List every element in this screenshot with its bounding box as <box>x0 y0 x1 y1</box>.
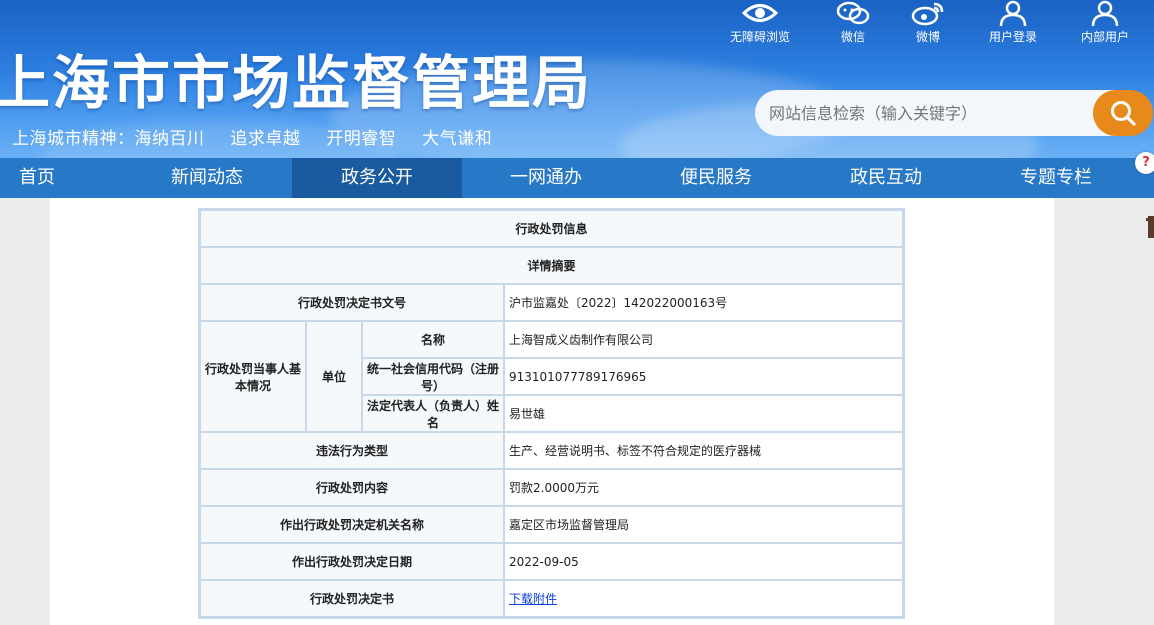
city-slogan: 上海城市精神：海纳百川 追求卓越 开明睿智 大气谦和 <box>12 124 512 149</box>
decision-document-cell: 下载附件 <box>504 580 903 617</box>
internal-user-label: 内部用户 <box>1080 30 1129 44</box>
decision-no-value: 沪市监嘉处〔2022〕142022000163号 <box>504 284 903 321</box>
authority-value: 嘉定区市场监督管理局 <box>504 506 903 543</box>
nav-home[interactable]: 首页 <box>0 158 74 198</box>
decision-date-label: 作出行政处罚决定日期 <box>200 543 504 580</box>
nav-online-services[interactable]: 一网通办 <box>490 158 602 198</box>
penalty-content-label: 行政处罚内容 <box>200 469 504 506</box>
search-button[interactable] <box>1093 90 1153 136</box>
authority-label: 作出行政处罚决定机关名称 <box>200 506 504 543</box>
name-value: 上海智成义齿制作有限公司 <box>504 321 903 358</box>
accessibility-button[interactable]: 无障碍浏览 <box>720 0 800 45</box>
eye-icon <box>742 4 778 22</box>
weibo-label: 微博 <box>915 30 940 44</box>
decision-no-label: 行政处罚决定书文号 <box>200 284 504 321</box>
weibo-icon <box>911 2 944 26</box>
table-row: 行政处罚当事人基本情况 单位 名称 上海智成义齿制作有限公司 <box>200 321 903 432</box>
download-attachment-link[interactable]: 下载附件 <box>509 592 557 606</box>
nav-news[interactable]: 新闻动态 <box>152 158 262 198</box>
penalty-content-value: 罚款2.0000万元 <box>504 469 903 506</box>
decision-date-value: 2022-09-05 <box>504 543 903 580</box>
site-search <box>755 90 1153 136</box>
nav-convenience[interactable]: 便民服务 <box>660 158 772 198</box>
accessibility-label: 无障碍浏览 <box>729 30 790 44</box>
user-icon <box>999 0 1027 26</box>
table-row: 行政处罚内容 罚款2.0000万元 <box>200 469 903 506</box>
user-login-label: 用户登录 <box>988 30 1037 44</box>
decision-document-label: 行政处罚决定书 <box>200 580 504 617</box>
violation-type-label: 违法行为类型 <box>200 432 504 469</box>
user-icon <box>1091 0 1119 26</box>
nav-interaction[interactable]: 政民互动 <box>830 158 942 198</box>
help-icon[interactable]: ? <box>1135 152 1154 174</box>
violation-type-value: 生产、经营说明书、标签不符合规定的医疗器械 <box>504 432 903 469</box>
penalty-info-table: 行政处罚信息 详情摘要 行政处罚决定书文号 沪市监嘉处〔2022〕1420220… <box>198 208 905 619</box>
nav-gov-affairs[interactable]: 政务公开 <box>292 158 462 198</box>
unit-label: 单位 <box>306 321 362 432</box>
slogan-part: 上海城市精神：海纳百川 <box>12 129 205 149</box>
slogan-part: 开明睿智 <box>326 129 397 149</box>
credit-code-label: 统一社会信用代码（注册号） <box>362 358 504 395</box>
name-label: 名称 <box>362 321 504 358</box>
wechat-button[interactable]: 微信 <box>813 0 893 45</box>
wechat-icon <box>836 1 870 25</box>
party-label: 行政处罚当事人基本情况 <box>200 321 306 432</box>
table-subtitle: 详情摘要 <box>200 247 903 284</box>
slogan-part: 追求卓越 <box>230 129 301 149</box>
wechat-label: 微信 <box>840 30 865 44</box>
search-icon <box>1111 101 1136 126</box>
legal-rep-value: 易世雄 <box>504 395 903 432</box>
search-input[interactable] <box>755 90 1115 136</box>
user-login-button[interactable]: 用户登录 <box>973 0 1053 45</box>
table-row: 作出行政处罚决定日期 2022-09-05 <box>200 543 903 580</box>
nav-special-topics[interactable]: 专题专栏 <box>1000 158 1112 198</box>
main-nav: 首页 新闻动态 政务公开 一网通办 便民服务 政民互动 专题专栏 <box>0 158 1154 198</box>
table-row: 违法行为类型 生产、经营说明书、标签不符合规定的医疗器械 <box>200 432 903 469</box>
table-row: 行政处罚决定书 下载附件 <box>200 580 903 617</box>
weibo-button[interactable]: 微博 <box>888 0 968 45</box>
site-title[interactable]: 上海市市场监督管理局 <box>0 46 592 120</box>
internal-user-button[interactable]: 内部用户 <box>1065 0 1145 45</box>
table-row: 作出行政处罚决定机关名称 嘉定区市场监督管理局 <box>200 506 903 543</box>
site-header: 上海市市场监督管理局 上海城市精神：海纳百川 追求卓越 开明睿智 大气谦和 无障… <box>0 0 1154 158</box>
slogan-part: 大气谦和 <box>422 129 493 149</box>
table-title: 行政处罚信息 <box>200 210 903 247</box>
side-float-icon[interactable] <box>1146 212 1154 242</box>
credit-code-value: 913101077789176965 <box>504 358 903 395</box>
table-row: 行政处罚决定书文号 沪市监嘉处〔2022〕142022000163号 <box>200 284 903 321</box>
legal-rep-label: 法定代表人（负责人）姓名 <box>362 395 504 432</box>
